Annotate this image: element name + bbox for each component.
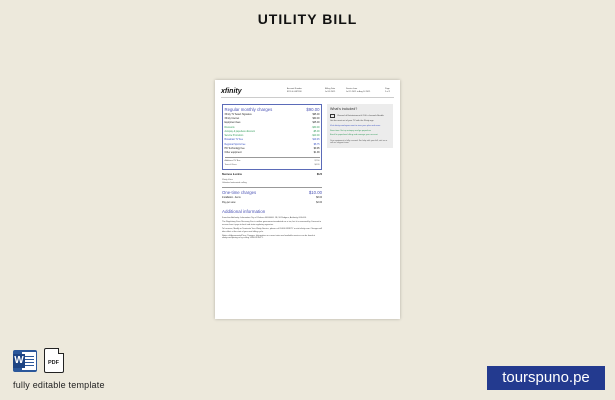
charge-amount: $7.50: [314, 159, 320, 162]
business-title-row: Business & extras $120: [222, 174, 322, 177]
regular-charges-rows: Xfinity TV Select Signature $95.00 Xfinity…: [225, 114, 320, 155]
divider: [224, 156, 320, 158]
charge-amount: $45.00: [312, 122, 320, 125]
included-item: Get the most out of your TV with the Xfi…: [330, 120, 390, 123]
included-item: Visit xfinity.com/myaccount to view your…: [330, 125, 390, 128]
charge-row: Discounts -$30.00: [225, 127, 320, 130]
charge-row: Autopay & paperless discount -$5.00: [225, 131, 320, 134]
charge-amount: $4.20: [314, 163, 320, 166]
charge-amount: $60.00: [312, 118, 320, 121]
included-label: Enroll in paperless billing and manage y…: [330, 134, 378, 137]
charge-row: Service Promotion -$10.00: [225, 135, 320, 138]
tv-icon: [330, 114, 335, 119]
charge-amount: $95.00: [312, 113, 320, 116]
included-item: Save time: Set up autopay and go paperle…: [330, 130, 390, 133]
whats-included-title: What's included?: [330, 107, 358, 111]
included-label: Visit xfinity.com/myaccount to view your…: [330, 125, 381, 128]
charge-row: Pay-per-view $2.00: [222, 202, 322, 205]
included-item: Enroll in paperless billing and manage y…: [330, 134, 390, 137]
charge-amount: -$5.00: [312, 130, 320, 133]
charge-label: Taxes & Fees: [224, 163, 237, 166]
charge-row: Taxes & Fees $4.20: [225, 164, 320, 167]
charge-label: Service Promotion: [224, 135, 244, 138]
charge-label: Pay-per-view: [222, 201, 236, 204]
header-page: Page 2 of 2: [385, 88, 391, 93]
business-sub: Unlimited nationwide calling: [222, 182, 247, 185]
included-item: Channel of Entertainment & 100+ channels…: [330, 114, 390, 119]
charge-amount: $19.45: [312, 139, 320, 142]
charge-label: Equipment fees: [224, 122, 241, 125]
pdf-file-icon: PDF: [44, 347, 65, 373]
charge-row: Additional TV Box $7.50: [225, 160, 320, 163]
included-label: Get the most out of your TV with the Xfi…: [330, 120, 374, 123]
xfinity-logo: xfinity: [221, 88, 242, 95]
onetime-rows: Installation - Items $8.00 Pay-per-view $2.…: [222, 197, 322, 204]
info-paragraph: To Increase, Modify or Terminate Your Xf…: [222, 228, 322, 233]
onetime-section: One-time charges $10.00 Installation - It…: [222, 190, 322, 204]
charge-label: Broadcast TV Fee: [224, 139, 243, 142]
regular-charges-title: Regular monthly charges $90.00: [224, 106, 320, 112]
whats-included-note: Your equipment is fully covered. For hel…: [330, 139, 388, 145]
charge-amount: $1.99: [313, 152, 320, 155]
charge-label: Xfinity TV Select Signature: [224, 113, 252, 116]
whats-included-box: What's included? Channel of Entertainmen…: [327, 104, 393, 148]
charge-amount: $8.75: [313, 143, 320, 146]
charge-label: Installation - Items: [222, 197, 241, 200]
info-paragraph: Franchise Authority: Information City of…: [222, 216, 307, 219]
charge-row: Other equipment $1.99: [225, 152, 320, 155]
additional-info-title: Additional information: [222, 209, 266, 215]
charge-label: Xfinity Internet: [224, 118, 240, 121]
charge-label: Regional Sports Fee: [224, 143, 246, 146]
divider: [222, 186, 322, 188]
charge-label: Autopay & paperless discount: [224, 130, 255, 133]
bill-header: xfinity Account Number 8155 4 0487998 Bil…: [221, 86, 394, 98]
brand-badge[interactable]: tourspuno.pe: [487, 366, 605, 390]
business-note: Xfinity Voice: [222, 178, 233, 181]
charge-amount: $9.95: [313, 147, 320, 150]
charge-label: Discounts: [224, 126, 235, 129]
bill-document: xfinity Account Number 8155 4 0487998 Bil…: [215, 80, 400, 319]
header-account: Account Number 8155 4 0487998: [287, 88, 302, 93]
whats-included-rows: Channel of Entertainment & 100+ channels…: [330, 114, 390, 136]
charge-amount: -$30.00: [311, 126, 320, 129]
charge-label: HD Technology Fee: [224, 147, 245, 150]
info-paragraph: The Regulatory Fees Recovery Fee is neit…: [222, 221, 322, 226]
charge-row: Equipment fees $45.00: [225, 122, 320, 125]
charge-row: Xfinity Internet $60.00: [225, 118, 320, 121]
charge-row: Installation - Items $8.00: [222, 197, 322, 200]
bill-left-column: Regular monthly charges $90.00 Xfinity TV…: [222, 104, 322, 242]
editable-caption: fully editable template: [13, 380, 105, 390]
header-service-from: Service from Jul 15 2021 to Aug 14 2021: [346, 88, 371, 93]
additional-info-paragraphs: Franchise Authority: Information City of…: [222, 217, 322, 240]
charge-label: Additional TV Box: [224, 159, 241, 162]
charge-amount: $8.00: [316, 197, 322, 200]
page-title: UTILITY BILL: [257, 11, 358, 27]
charge-amount: $2.00: [316, 201, 322, 204]
charge-amount: -$10.00: [311, 135, 320, 138]
included-label: Channel of Entertainment & 100+ channels…: [337, 115, 384, 118]
business-section: Business & extras $120 Xfinity Voice Unli…: [222, 174, 322, 185]
charge-row: Broadcast TV Fee $19.45: [225, 139, 320, 142]
charge-row: Xfinity TV Select Signature $95.00: [225, 114, 320, 117]
charge-row: Regional Sports Fee $8.75: [225, 144, 320, 147]
header-billing-date: Billing Date Jul 09 2021: [325, 88, 336, 93]
included-label: Save time: Set up autopay and go paperle…: [330, 129, 371, 132]
word-file-icon: W: [13, 350, 37, 372]
bill-right-column: What's included? Channel of Entertainmen…: [327, 104, 393, 148]
onetime-title: One-time charges $10.00: [222, 189, 322, 195]
regular-charges-subrows: Additional TV Box $7.50 Taxes & Fees $4.20: [225, 160, 320, 166]
regular-charges-box: Regular monthly charges $90.00 Xfinity TV…: [222, 104, 322, 171]
info-paragraph: Notice of Agreements/Price Changes: Info…: [222, 234, 316, 240]
charge-row: HD Technology Fee $9.95: [225, 148, 320, 151]
charge-label: Other equipment: [224, 152, 242, 155]
